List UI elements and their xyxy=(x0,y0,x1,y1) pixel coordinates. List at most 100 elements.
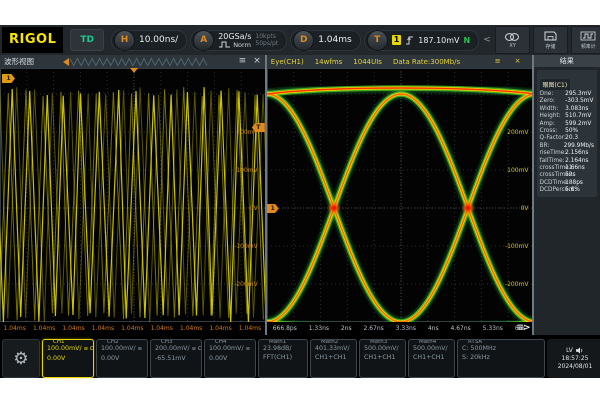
wave-xtick: 1.04ms xyxy=(92,325,114,332)
lan-status: LV xyxy=(566,347,573,354)
channel-box-ch2[interactable]: CH2 100.00mV/≡ 0.00V xyxy=(96,339,148,378)
frequency-counter-button[interactable]: 频率计 xyxy=(571,26,600,54)
eye-ytick: -200mV xyxy=(505,281,529,288)
wave-xtick: 1.04ms xyxy=(151,325,173,332)
result-row: Height:510.7mV xyxy=(540,113,594,120)
xy-mode-button[interactable]: XY xyxy=(495,26,530,54)
result-row: fallTime:2.164ns xyxy=(540,158,594,165)
waveform-close-icon[interactable]: × xyxy=(253,57,261,66)
clock-time: 18:57:25 xyxy=(562,355,589,362)
results-sidebar: 结果 眼图(C1) One:295.3mV Zero:-303.5mV Widt… xyxy=(534,55,600,335)
waveform-xaxis: 1.04ms 1.04ms 1.04ms 1.04ms 1.04ms 1.04m… xyxy=(0,322,265,335)
eye-axis-menu-icon[interactable]: ≡> xyxy=(516,323,529,333)
eye-xaxis: 666.8ps 1.33ns 2ns 2.67ns 3.33ns 4ns 4.6… xyxy=(267,322,532,335)
acquire-mode-value: Norm xyxy=(233,41,251,49)
eye-wfms-count: 14wfms xyxy=(315,58,343,66)
h-knob-icon[interactable]: H xyxy=(114,30,135,51)
eye-xtick: 4ns xyxy=(428,325,439,332)
result-row: Zero:-303.5mV xyxy=(540,98,594,105)
counter-icon xyxy=(580,31,596,41)
storage-button[interactable]: 存储 xyxy=(533,26,568,54)
eye-ytick: 0V xyxy=(521,205,529,212)
save-disk-icon xyxy=(542,31,558,41)
eye-plot[interactable]: 1 200mV 100mV 0V -100mV -200mV xyxy=(267,68,532,322)
result-row: Width:3.083ns xyxy=(540,106,594,113)
wave-ytick: 200mV xyxy=(236,129,257,136)
waveform-minimap xyxy=(38,57,235,67)
pulse-icon xyxy=(218,41,231,48)
timebase-value: 10.00ns/ xyxy=(139,35,178,45)
result-row: DCDPercent:5.6% xyxy=(540,187,594,194)
result-row: riseTime:2.156ns xyxy=(540,150,594,157)
eye-close-icon[interactable]: × xyxy=(515,57,521,66)
result-row: One:295.3mV xyxy=(540,91,594,98)
trigger-position-marker[interactable] xyxy=(130,68,138,73)
eye-ytick: 100mV xyxy=(507,167,528,174)
gear-icon: ⚙ xyxy=(13,349,28,369)
result-row: Cross:50% xyxy=(540,128,594,135)
eye-xtick: 5.33ns xyxy=(483,325,503,332)
ch4-coupling-icons: ≡ xyxy=(246,346,251,352)
result-row: BR:299.9Mb/s xyxy=(540,143,594,150)
results-title: 结果 xyxy=(534,55,600,67)
acquisition-settings-button[interactable]: A 20GSa/s Norm 10kpts 50ps/pt xyxy=(190,30,287,51)
result-row: crossTime1:1.66ns xyxy=(540,165,594,172)
math3-box[interactable]: Math3 500.00mV/ CH1+CH1 xyxy=(359,339,406,378)
wave-xtick: 1.04ms xyxy=(239,325,261,332)
waveform-plot[interactable]: 1 T 200mV 100mV 0V -100mV -200mV xyxy=(0,68,265,322)
horizontal-settings-button[interactable]: H 10.00ns/ xyxy=(111,30,187,51)
wave-ytick: 0V xyxy=(250,205,258,212)
ch1-coupling-icons: ≡ Ω xyxy=(84,346,94,352)
wave-ytick: -200mV xyxy=(234,281,258,288)
top-toolbar: RIGOL TD H 10.00ns/ A 20GSa/s Norm 10kpt… xyxy=(0,25,600,55)
rising-edge-icon xyxy=(405,35,414,46)
results-tab-eye[interactable]: 眼图(C1) xyxy=(540,79,571,90)
a-knob-icon[interactable]: A xyxy=(193,30,214,51)
math1-box[interactable]: Math1 23.98dB/ FFT(CH1) xyxy=(258,339,308,378)
toolbar-scroll-left[interactable]: < xyxy=(482,35,492,45)
eye-xtick: 2.67ns xyxy=(364,325,384,332)
eye-data-rate: Data Rate:300Mb/s xyxy=(393,58,460,66)
wave-ytick: -100mV xyxy=(234,243,258,250)
clock-box[interactable]: LV 18:57:25 2024/08/01 xyxy=(547,339,600,378)
channel-box-ch1[interactable]: CH1 100.00mV/≡ Ω 0.00V xyxy=(42,339,94,378)
minimap-waveform xyxy=(70,57,210,67)
t-knob-icon[interactable]: T xyxy=(367,30,388,51)
main-area: 波形视图 ≡ × 1 T 200mV 100mV xyxy=(0,55,600,335)
result-row: crossTime2:5ns xyxy=(540,172,594,179)
wave-xtick: 1.04ms xyxy=(209,325,231,332)
d-knob-icon[interactable]: D xyxy=(293,30,314,51)
waveform-view-panel: 波形视图 ≡ × 1 T 200mV 100mV xyxy=(0,55,267,335)
waveform-panel-header[interactable]: 波形视图 ≡ × xyxy=(0,55,265,68)
sample-resolution-value: 50ps/pt xyxy=(255,40,278,47)
trigger-mode-button[interactable]: TD xyxy=(70,29,104,51)
delay-settings-button[interactable]: D 1.04ms xyxy=(290,30,361,51)
trigger-settings-button[interactable]: T 1 187.10mV N xyxy=(364,30,480,51)
channel-box-ch4[interactable]: CH4 100.00mV/≡ 0.00V xyxy=(204,339,256,378)
speaker-icon xyxy=(576,347,584,354)
xy-icon xyxy=(504,32,520,42)
minimap-marker-icon xyxy=(63,58,69,66)
trigger-source-badge: 1 xyxy=(392,35,402,45)
noise-reject-flag: N xyxy=(464,36,471,45)
results-card[interactable]: 眼图(C1) One:295.3mV Zero:-303.5mV Width:3… xyxy=(537,70,597,197)
channel-box-ch3[interactable]: CH3 200.00mV/≡ Ω -65.51mV xyxy=(150,339,202,378)
settings-gear-button[interactable]: ⚙ xyxy=(2,339,40,378)
eye-menu-icon[interactable]: ≡ xyxy=(495,57,501,66)
eye-xtick: 666.8ps xyxy=(273,325,297,332)
oscilloscope-ui: RIGOL TD H 10.00ns/ A 20GSa/s Norm 10kpt… xyxy=(0,25,600,378)
eye-xtick: 4.67ns xyxy=(450,325,470,332)
eye-panel-title: Eye(CH1) xyxy=(271,58,304,66)
waveform-menu-icon[interactable]: ≡ xyxy=(239,57,247,66)
math2-box[interactable]: Math2 401.33mV/ CH1+CH1 xyxy=(310,339,357,378)
rigol-logo: RIGOL xyxy=(2,27,63,53)
eye-panel-header[interactable]: Eye(CH1) 14wfms 1044UIs Data Rate:300Mb/… xyxy=(267,55,532,68)
trigger-level-value: 187.10mV xyxy=(418,36,459,45)
result-row: DCDTime:188ps xyxy=(540,180,594,187)
result-row: Q-Factor:20.3 xyxy=(540,135,594,142)
memory-depth-value: 10kpts xyxy=(255,33,278,40)
math4-box[interactable]: Math4 500.00mV/ CH1+CH1 xyxy=(408,339,455,378)
eye-ytick: 200mV xyxy=(507,129,528,136)
rtsa-box[interactable]: RTSA C: 500MHz S: 20kHz xyxy=(457,339,545,378)
sample-rate-value: 20GSa/s xyxy=(218,32,251,41)
